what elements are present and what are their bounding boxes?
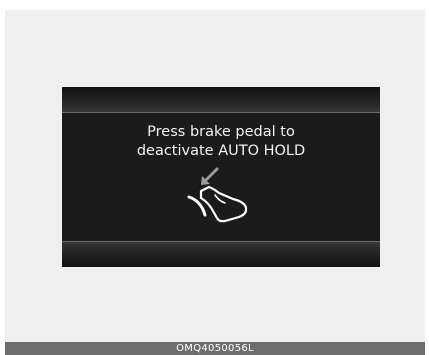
message-line-2: deactivate AUTO HOLD: [136, 143, 306, 159]
message-line-1: Press brake pedal to: [147, 124, 295, 140]
caption-bar: OMQ4050056L: [5, 342, 425, 355]
figure-code: OMQ4050056L: [176, 343, 254, 354]
cluster-display: Press brake pedal to deactivate AUTO HOL…: [62, 87, 380, 267]
press-arrow-icon: [201, 167, 219, 185]
brake-pedal-press-icon: [187, 167, 248, 223]
display-top-band: [62, 87, 380, 113]
shoe-icon: [199, 185, 248, 223]
auto-hold-message: Press brake pedal to deactivate AUTO HOL…: [62, 123, 380, 161]
display-bottom-band: [62, 241, 380, 267]
